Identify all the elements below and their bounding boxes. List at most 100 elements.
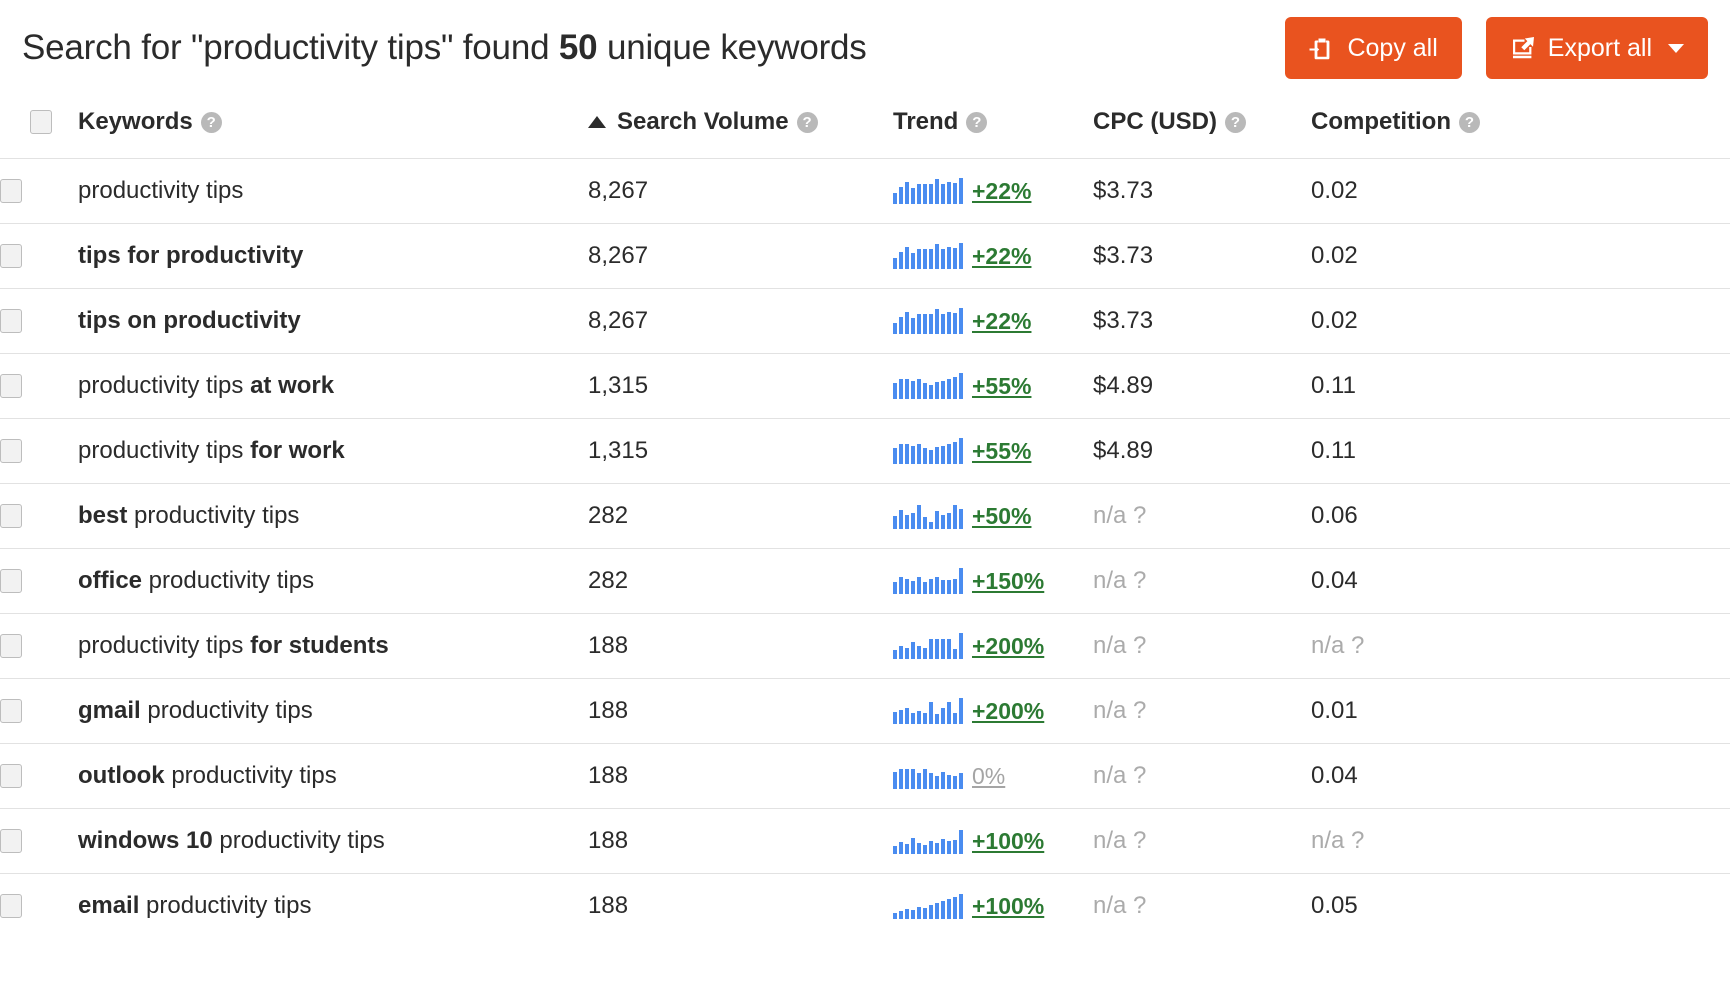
trend-percent-link[interactable]: +200% <box>972 698 1044 724</box>
select-all-checkbox[interactable] <box>30 110 52 134</box>
keyword-cell: tips on productivity <box>78 289 588 354</box>
row-checkbox[interactable] <box>0 764 22 788</box>
trend-percent-link[interactable]: +50% <box>972 503 1031 529</box>
table-row[interactable]: productivity tips 8,267 +22% $3.73 0.02 <box>0 158 1730 224</box>
keyword-text: productivity tips for work <box>78 437 345 464</box>
trend-percent-link[interactable]: +22% <box>972 178 1031 204</box>
row-checkbox[interactable] <box>0 829 22 853</box>
row-select-cell <box>0 289 78 354</box>
table-row[interactable]: tips on productivity 8,267 +22% $3.73 0.02 <box>0 288 1730 354</box>
table-row[interactable]: best productivity tips 282 +50% n/a ? 0.06 <box>0 483 1730 549</box>
column-header-keywords[interactable]: Keywords ? <box>78 96 588 159</box>
copy-all-button[interactable]: Copy all <box>1285 17 1462 79</box>
trend-percent-link[interactable]: +200% <box>972 633 1044 659</box>
row-checkbox[interactable] <box>0 309 22 333</box>
trend-percent-link[interactable]: +22% <box>972 308 1031 334</box>
column-header-cpc[interactable]: CPC (USD) ? <box>1093 96 1311 159</box>
header-actions: Copy all Export all <box>1285 17 1708 79</box>
column-header-competition-label: Competition <box>1311 108 1451 135</box>
keyword-cell: outlook productivity tips <box>78 744 588 809</box>
trend-percent-link[interactable]: 0% <box>972 763 1005 789</box>
cpc-value: $4.89 <box>1093 372 1154 399</box>
row-select-cell <box>0 354 78 419</box>
cpc-cell: n/a ? <box>1093 679 1311 744</box>
cpc-value: $3.73 <box>1093 177 1154 204</box>
search-volume-cell: 188 <box>588 874 893 939</box>
keyword-text: windows 10 productivity tips <box>78 827 385 854</box>
column-header-select <box>0 96 78 159</box>
search-volume-value: 188 <box>588 632 629 659</box>
row-select-cell <box>0 484 78 549</box>
table-row[interactable]: gmail productivity tips 188 +200% n/a ? 0.01 <box>0 678 1730 744</box>
table-header: Keywords ? Search Volume ? Trend ? CPC (… <box>0 96 1730 159</box>
help-icon-keywords[interactable]: ? <box>200 111 222 133</box>
row-checkbox[interactable] <box>0 894 22 918</box>
trend-percent-link[interactable]: +22% <box>972 243 1031 269</box>
trend-sparkline <box>893 568 963 594</box>
row-checkbox[interactable] <box>0 179 22 203</box>
trend-percent-link[interactable]: +100% <box>972 828 1044 854</box>
keywords-table: Keywords ? Search Volume ? Trend ? CPC (… <box>0 96 1730 938</box>
export-all-button[interactable]: Export all <box>1485 17 1708 79</box>
help-icon-search-volume[interactable]: ? <box>796 111 818 133</box>
trend-cell: +22% <box>893 159 1093 224</box>
column-header-competition[interactable]: Competition ? <box>1311 96 1730 159</box>
competition-value: 0.11 <box>1311 372 1356 399</box>
cpc-cell: n/a ? <box>1093 744 1311 809</box>
chevron-down-icon <box>1668 43 1684 53</box>
keyword-text: best productivity tips <box>78 502 300 529</box>
cpc-cell: n/a ? <box>1093 874 1311 939</box>
trend-percent-link[interactable]: +100% <box>972 893 1044 919</box>
column-header-trend[interactable]: Trend ? <box>893 96 1093 159</box>
cpc-cell: n/a ? <box>1093 484 1311 549</box>
table-row[interactable]: productivity tips for work 1,315 +55% $4.89… <box>0 418 1730 484</box>
keyword-cell: gmail productivity tips <box>78 679 588 744</box>
trend-sparkline <box>893 503 963 529</box>
keyword-cell: productivity tips at work <box>78 354 588 419</box>
trend-sparkline <box>893 698 963 724</box>
row-checkbox[interactable] <box>0 569 22 593</box>
row-checkbox[interactable] <box>0 374 22 398</box>
table-row[interactable]: email productivity tips 188 +100% n/a ? 0.05 <box>0 873 1730 939</box>
trend-percent-link[interactable]: +55% <box>972 438 1031 464</box>
column-header-search-volume[interactable]: Search Volume ? <box>588 96 893 159</box>
search-volume-cell: 8,267 <box>588 159 893 224</box>
search-volume-value: 8,267 <box>588 242 649 269</box>
row-checkbox[interactable] <box>0 634 22 658</box>
copy-clipboard-icon <box>1309 35 1335 61</box>
table-row[interactable]: windows 10 productivity tips 188 +100% n/a … <box>0 808 1730 874</box>
help-icon-trend[interactable]: ? <box>966 111 988 133</box>
cpc-cell: $3.73 <box>1093 224 1311 289</box>
row-checkbox[interactable] <box>0 244 22 268</box>
competition-value: 0.01 <box>1311 697 1358 724</box>
table-row[interactable]: office productivity tips 282 +150% n/a ? 0.0… <box>0 548 1730 614</box>
cpc-na-value: n/a ? <box>1093 827 1147 854</box>
keyword-text: productivity tips for students <box>78 632 389 659</box>
search-volume-cell: 188 <box>588 679 893 744</box>
cpc-na-value: n/a ? <box>1093 567 1147 594</box>
search-volume-cell: 1,315 <box>588 419 893 484</box>
table-row[interactable]: outlook productivity tips 188 0% n/a ? 0.04 <box>0 743 1730 809</box>
row-select-cell <box>0 224 78 289</box>
trend-cell: +22% <box>893 224 1093 289</box>
row-checkbox[interactable] <box>0 439 22 463</box>
trend-sparkline <box>893 893 963 919</box>
table-row[interactable]: tips for productivity 8,267 +22% $3.73 0.02 <box>0 223 1730 289</box>
help-icon-competition[interactable]: ? <box>1458 111 1480 133</box>
cpc-cell: $4.89 <box>1093 354 1311 419</box>
cpc-na-value: n/a ? <box>1093 762 1147 789</box>
trend-percent-link[interactable]: +150% <box>972 568 1044 594</box>
search-volume-value: 282 <box>588 567 629 594</box>
table-row[interactable]: productivity tips for students 188 +200% n/… <box>0 613 1730 679</box>
cpc-value: $3.73 <box>1093 242 1154 269</box>
row-checkbox[interactable] <box>0 504 22 528</box>
table-row[interactable]: productivity tips at work 1,315 +55% $4.89 0… <box>0 353 1730 419</box>
trend-cell: +200% <box>893 614 1093 679</box>
search-volume-cell: 8,267 <box>588 224 893 289</box>
keyword-text: tips on productivity <box>78 307 301 334</box>
row-checkbox[interactable] <box>0 699 22 723</box>
help-icon-cpc[interactable]: ? <box>1225 111 1246 133</box>
trend-percent-link[interactable]: +55% <box>972 373 1031 399</box>
competition-cell: 0.05 <box>1311 874 1730 939</box>
trend-cell: +55% <box>893 419 1093 484</box>
